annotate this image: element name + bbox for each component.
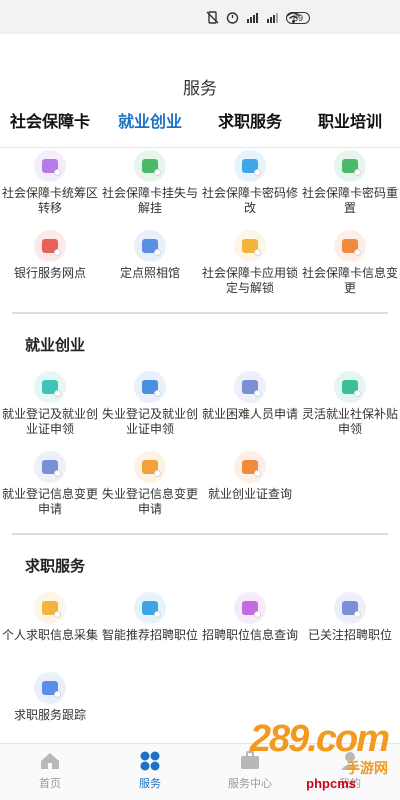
alarm-icon: [226, 12, 239, 24]
watermark-subtitle: 手游网: [346, 760, 388, 776]
service-item-label: 社会保障卡信息变更: [302, 266, 399, 295]
service-item[interactable]: 已关注招聘职位: [300, 590, 400, 670]
services-icon: [139, 750, 161, 772]
service-item-label: 灵活就业社保补贴申领: [302, 407, 399, 436]
recommend-job-icon: [134, 592, 166, 624]
resume-icon: [34, 592, 66, 624]
service-item[interactable]: 失业登记信息变更申请: [100, 449, 200, 529]
service-item[interactable]: 就业登记及就业创业证申领: [0, 369, 100, 449]
service-item[interactable]: 个人求职信息采集: [0, 590, 100, 670]
service-item-label: 失业登记信息变更申请: [102, 487, 199, 516]
tab-job-services[interactable]: 求职服务: [200, 100, 300, 147]
tab-vocational-training[interactable]: 职业培训: [300, 100, 400, 147]
service-item-label: 就业困难人员申请: [202, 407, 299, 421]
service-item[interactable]: 社会保障卡密码重置: [300, 148, 400, 228]
service-item[interactable]: 社会保障卡信息变更: [300, 228, 400, 308]
card-edit-icon: [234, 150, 266, 182]
service-item[interactable]: 就业困难人员申请: [200, 369, 300, 449]
hd-signal-icon: [247, 13, 258, 23]
service-item-label: 社会保障卡统筹区转移: [2, 186, 99, 215]
section-title-employment: 就业创业: [25, 337, 86, 354]
service-item-label: 社会保障卡密码修改: [202, 186, 299, 215]
service-item-label: 个人求职信息采集: [2, 628, 99, 642]
service-item[interactable]: 社会保障卡统筹区转移: [0, 148, 100, 228]
employment-card-icon: [34, 371, 66, 403]
subsidy-icon: [334, 371, 366, 403]
service-item[interactable]: 社会保障卡密码修改: [200, 148, 300, 228]
card-app-lock-icon: [234, 230, 266, 262]
watermark-logo-text: 289.com: [249, 718, 390, 760]
service-item-label: 就业登记信息变更申请: [2, 487, 99, 516]
service-item-label: 招聘职位信息查询: [202, 628, 299, 642]
status-bar: 89: [0, 0, 400, 34]
briefcase-icon: [234, 371, 266, 403]
nav-services-label: 服务: [139, 778, 161, 790]
social-security-grid: 社会保障卡统筹区转移 社会保障卡挂失与解挂 社会保障卡密码修改 社会保障卡密码重置银行…: [0, 148, 400, 308]
bank-icon: [34, 230, 66, 262]
page-title: 服务: [183, 79, 217, 98]
home-icon: [39, 750, 61, 772]
service-item-label: 就业创业证查询: [207, 487, 292, 501]
category-tabs: 社会保障卡 就业创业 求职服务 职业培训: [0, 100, 400, 148]
unemployment-card-icon: [134, 371, 166, 403]
service-item[interactable]: 智能推荐招聘职位: [100, 590, 200, 670]
service-item[interactable]: 社会保障卡挂失与解挂: [100, 148, 200, 228]
service-item[interactable]: 灵活就业社保补贴申领: [300, 369, 400, 449]
tracking-icon: [34, 672, 66, 704]
page-header: 服务: [0, 34, 400, 100]
section-title-job-services: 求职服务: [25, 558, 86, 575]
service-item[interactable]: 银行服务网点: [0, 228, 100, 308]
card-info-icon: [334, 230, 366, 262]
service-item[interactable]: 社会保障卡应用锁定与解锁: [200, 228, 300, 308]
card-lock-icon: [134, 150, 166, 182]
transfer-icon: [34, 150, 66, 182]
signal-icon: [267, 13, 278, 23]
service-item-label: 智能推荐招聘职位: [102, 628, 199, 642]
service-item-label: 社会保障卡密码重置: [302, 186, 399, 215]
service-item-label: 就业登记及就业创业证申领: [2, 407, 99, 436]
service-item[interactable]: 就业登记信息变更申请: [0, 449, 100, 529]
service-item[interactable]: 失业登记及就业创业证申领: [100, 369, 200, 449]
followed-job-icon: [334, 592, 366, 624]
watermark-site: phpcms: [306, 776, 356, 791]
vibrate-off-icon: [206, 11, 219, 24]
employment-change-icon: [34, 451, 66, 483]
lock-reset-icon: [334, 150, 366, 182]
service-item-label: 定点照相馆: [119, 266, 180, 280]
service-item[interactable]: 求职服务跟踪: [0, 670, 100, 743]
employment-grid: 就业登记及就业创业证申领 失业登记及就业创业证申领 就业困难人员申请 灵活就业社保补贴…: [0, 369, 400, 529]
camera-icon: [134, 230, 166, 262]
certificate-search-icon: [234, 451, 266, 483]
nav-home-label: 首页: [39, 778, 61, 790]
service-item[interactable]: 招聘职位信息查询: [200, 590, 300, 670]
service-item-label: 失业登记及就业创业证申领: [102, 407, 199, 436]
tab-employment[interactable]: 就业创业: [100, 100, 200, 147]
service-item-label: 已关注招聘职位: [307, 628, 392, 642]
job-search-icon: [234, 592, 266, 624]
service-item[interactable]: 就业创业证查询: [200, 449, 300, 529]
service-item-label: 求职服务跟踪: [13, 708, 86, 722]
service-item[interactable]: 定点照相馆: [100, 228, 200, 308]
battery-indicator: 89: [286, 12, 310, 24]
service-item-label: 社会保障卡挂失与解挂: [102, 186, 199, 215]
services-content: 社会保障卡统筹区转移 社会保障卡挂失与解挂 社会保障卡密码修改 社会保障卡密码重置银行…: [0, 148, 400, 743]
tab-social-security-card[interactable]: 社会保障卡: [0, 100, 100, 147]
nav-home[interactable]: 首页: [0, 744, 100, 800]
unemployment-change-icon: [134, 451, 166, 483]
nav-services[interactable]: 服务: [100, 744, 200, 800]
watermark-logo: 289.com 手游网: [249, 718, 390, 778]
service-item-label: 银行服务网点: [13, 266, 86, 280]
service-item-label: 社会保障卡应用锁定与解锁: [202, 266, 299, 295]
